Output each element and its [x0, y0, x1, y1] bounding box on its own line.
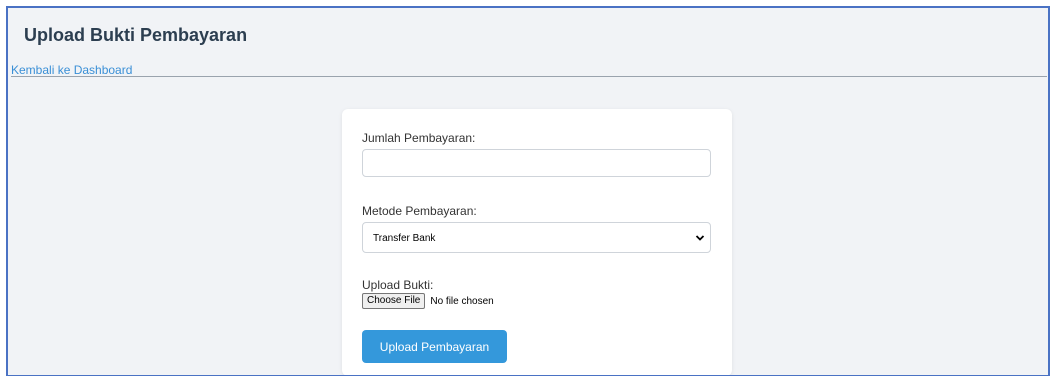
payment-method-select[interactable]: Transfer Bank [362, 222, 711, 253]
file-status-text: No file chosen [430, 295, 494, 307]
payment-method-value: Transfer Bank [373, 233, 436, 244]
header-divider [11, 76, 1047, 77]
page-title: Upload Bukti Pembayaran [24, 25, 248, 45]
amount-label: Jumlah Pembayaran: [362, 131, 476, 145]
amount-input[interactable] [362, 149, 711, 177]
upload-payment-button[interactable]: Upload Pembayaran [362, 330, 507, 363]
file-input: Choose File No file chosen [362, 293, 494, 309]
chevron-down-icon [695, 235, 705, 241]
upload-label: Upload Bukti: [362, 278, 434, 292]
back-to-dashboard-link[interactable]: Kembali ke Dashboard [11, 63, 132, 77]
page-frame: Upload Bukti Pembayaran Kembali ke Dashb… [6, 6, 1050, 376]
choose-file-button[interactable]: Choose File [362, 293, 426, 309]
method-label: Metode Pembayaran: [362, 204, 477, 218]
payment-form-card: Jumlah Pembayaran: Metode Pembayaran: Tr… [342, 109, 732, 375]
